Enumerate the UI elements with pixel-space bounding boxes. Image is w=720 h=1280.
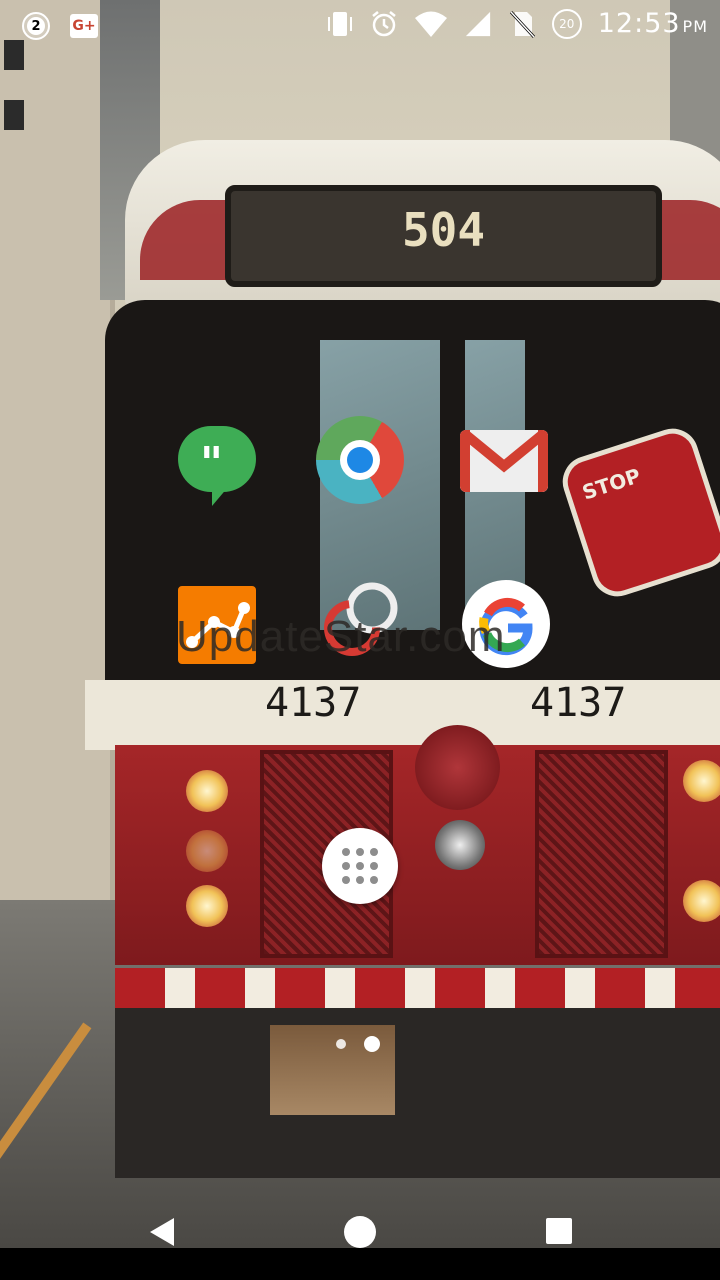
- alarm-icon: [371, 10, 396, 36]
- drawer-dot: [342, 876, 350, 884]
- tail-lamp: [186, 830, 228, 872]
- page-dot-2[interactable]: [364, 1036, 380, 1052]
- headlamp: [435, 820, 485, 870]
- tail-lamp: [683, 880, 720, 922]
- page-indicator: [336, 1036, 380, 1052]
- vibrate-icon: [327, 11, 352, 36]
- tail-lamp: [683, 760, 720, 802]
- chrome-app[interactable]: [312, 412, 408, 508]
- hangouts-app[interactable]: ": [168, 418, 264, 514]
- drawer-dot: [370, 848, 378, 856]
- tail-lamp: [186, 885, 228, 927]
- notification-count: 2: [27, 17, 45, 35]
- drawer-dot: [370, 876, 378, 884]
- navigation-bar-background: [0, 1248, 720, 1280]
- gmail-icon: [460, 430, 548, 492]
- cell-signal-icon: [465, 11, 490, 36]
- status-bar: 2 G+ 20 12:53 PM: [0, 0, 720, 50]
- drawer-dot: [342, 848, 350, 856]
- building-window: [4, 100, 24, 130]
- drawer-dot: [342, 862, 350, 870]
- fleet-number-left: 4137: [265, 680, 362, 726]
- home-button[interactable]: [344, 1216, 376, 1248]
- drawer-dot: [356, 848, 364, 856]
- recents-button[interactable]: [546, 1218, 572, 1244]
- battery-level: 20: [559, 16, 575, 31]
- drawer-dot: [370, 862, 378, 870]
- clock-ampm: PM: [682, 17, 708, 36]
- navigation-bar: [0, 1190, 720, 1280]
- no-sim-icon: [509, 10, 535, 38]
- drawer-dot: [356, 876, 364, 884]
- gmail-app[interactable]: [456, 418, 552, 514]
- system-icons: 20 12:53 PM: [326, 8, 708, 39]
- back-button[interactable]: [146, 1216, 178, 1248]
- bumper: [115, 968, 720, 1008]
- notification-icons: 2 G+: [22, 12, 98, 40]
- drawer-dot: [356, 862, 364, 870]
- clock: 12:53 PM: [598, 8, 708, 39]
- watermark: UpdateStar.com: [176, 612, 506, 661]
- front-bell: [415, 725, 500, 810]
- google-plus-icon: G+: [70, 14, 98, 38]
- fleet-number-right: 4137: [530, 680, 627, 726]
- undercarriage: [115, 1008, 720, 1178]
- wifi-icon: [414, 11, 447, 37]
- clock-time: 12:53: [597, 8, 681, 39]
- notification-count-icon: 2: [22, 12, 50, 40]
- stop-sign-text: STOP: [579, 463, 644, 505]
- app-drawer-button[interactable]: [322, 828, 398, 904]
- route-number: 504: [401, 203, 486, 257]
- route-sign: 504: [225, 185, 662, 287]
- grille-right: [535, 750, 668, 958]
- battery-saver-icon: 20: [551, 8, 582, 39]
- page-dot-1[interactable]: [336, 1039, 346, 1049]
- tail-lamp: [186, 770, 228, 812]
